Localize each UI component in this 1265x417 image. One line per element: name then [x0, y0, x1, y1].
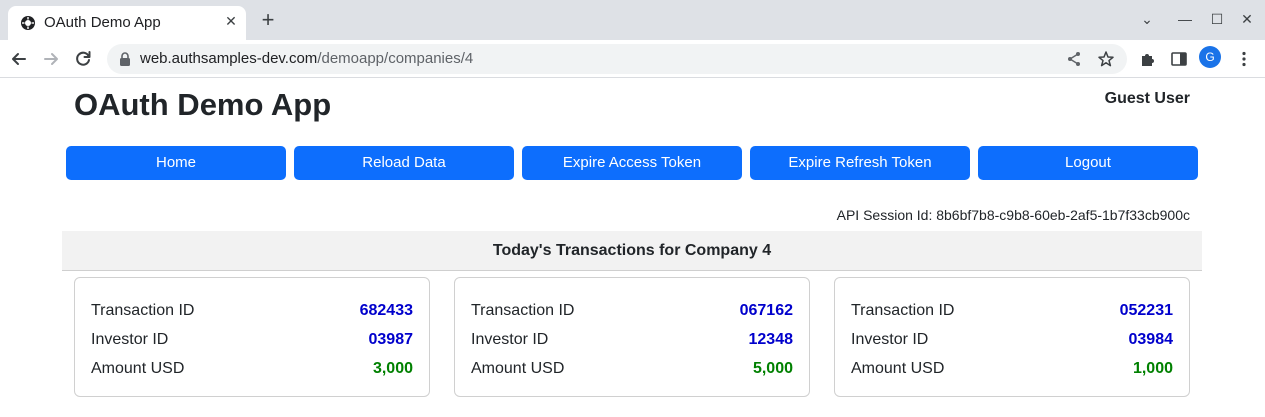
url-path: /demoapp/companies/4 [317, 50, 474, 67]
profile-avatar[interactable]: G [1199, 46, 1221, 68]
expire-refresh-token-button[interactable]: Expire Refresh Token [750, 146, 970, 180]
investor-id-label: Investor ID [851, 331, 929, 348]
amount-usd-row: Amount USD 3,000 [91, 360, 413, 382]
transaction-id-value: 682433 [359, 302, 413, 319]
forward-arrow-icon[interactable] [40, 48, 62, 70]
window-close-icon[interactable]: ✕ [1237, 8, 1257, 30]
side-panel-icon[interactable] [1170, 50, 1188, 68]
investor-id-value: 03984 [1128, 331, 1174, 348]
address-bar[interactable]: web.authsamples-dev.com/demoapp/companie… [107, 44, 1127, 74]
investor-id-value: 12348 [748, 331, 794, 348]
maximize-icon[interactable]: ☐ [1207, 8, 1227, 30]
tab-close-icon[interactable]: ✕ [222, 12, 240, 30]
amount-usd-row: Amount USD 5,000 [471, 360, 793, 382]
extensions-puzzle-icon[interactable] [1139, 50, 1157, 68]
amount-usd-value: 5,000 [752, 360, 793, 377]
transaction-id-label: Transaction ID [471, 302, 575, 319]
transaction-card: Transaction ID 682433 Investor ID 03987 … [74, 277, 430, 397]
minimize-icon[interactable]: — [1175, 8, 1195, 30]
amount-usd-label: Amount USD [471, 360, 565, 377]
reload-icon[interactable] [72, 48, 94, 70]
transaction-id-label: Transaction ID [851, 302, 955, 319]
tab-title: OAuth Demo App [44, 14, 161, 31]
logout-button[interactable]: Logout [978, 146, 1198, 180]
transaction-id-row: Transaction ID 067162 [471, 302, 793, 324]
amount-usd-value: 3,000 [372, 360, 413, 377]
page-title: OAuth Demo App [74, 87, 332, 122]
page-content: OAuth Demo App Guest User Home Reload Da… [0, 79, 1265, 417]
amount-usd-label: Amount USD [91, 360, 185, 377]
reload-data-button[interactable]: Reload Data [294, 146, 514, 180]
back-arrow-icon[interactable] [8, 48, 30, 70]
investor-id-row: Investor ID 03984 [851, 331, 1173, 353]
home-button[interactable]: Home [66, 146, 286, 180]
amount-usd-label: Amount USD [851, 360, 945, 377]
expire-access-token-button[interactable]: Expire Access Token [522, 146, 742, 180]
more-menu-icon[interactable] [1235, 50, 1253, 68]
user-name: Guest User [1104, 90, 1190, 107]
transactions-heading: Today's Transactions for Company 4 [62, 231, 1202, 271]
investor-id-value: 03987 [368, 331, 414, 348]
investor-id-label: Investor ID [91, 331, 169, 348]
tab-search-chevron-icon[interactable]: ⌄ [1137, 8, 1157, 30]
browser-toolbar: web.authsamples-dev.com/demoapp/companie… [0, 40, 1265, 78]
share-icon[interactable] [1065, 50, 1083, 68]
browser-tab[interactable]: OAuth Demo App ✕ [8, 6, 246, 40]
investor-id-label: Investor ID [471, 331, 549, 348]
amount-usd-value: 1,000 [1132, 360, 1173, 377]
bookmark-star-icon[interactable] [1097, 50, 1115, 68]
transaction-id-label: Transaction ID [91, 302, 195, 319]
transaction-card: Transaction ID 067162 Investor ID 12348 … [454, 277, 810, 397]
transaction-id-value: 067162 [739, 302, 793, 319]
transaction-id-row: Transaction ID 052231 [851, 302, 1173, 324]
url-domain: web.authsamples-dev.com [140, 50, 318, 67]
transaction-id-value: 052231 [1119, 302, 1173, 319]
url-text[interactable]: web.authsamples-dev.com/demoapp/companie… [140, 50, 473, 67]
investor-id-row: Investor ID 03987 [91, 331, 413, 353]
app-favicon-icon [21, 16, 35, 30]
investor-id-row: Investor ID 12348 [471, 331, 793, 353]
lock-icon[interactable] [119, 52, 131, 66]
transaction-card: Transaction ID 052231 Investor ID 03984 … [834, 277, 1190, 397]
transaction-id-row: Transaction ID 682433 [91, 302, 413, 324]
api-session-id: API Session Id: 8b6bf7b8-c9b8-60eb-2af5-… [836, 207, 1190, 223]
new-tab-button[interactable]: + [257, 8, 279, 32]
browser-tabstrip: OAuth Demo App ✕ + ⌄ — ☐ ✕ [0, 0, 1265, 40]
amount-usd-row: Amount USD 1,000 [851, 360, 1173, 382]
